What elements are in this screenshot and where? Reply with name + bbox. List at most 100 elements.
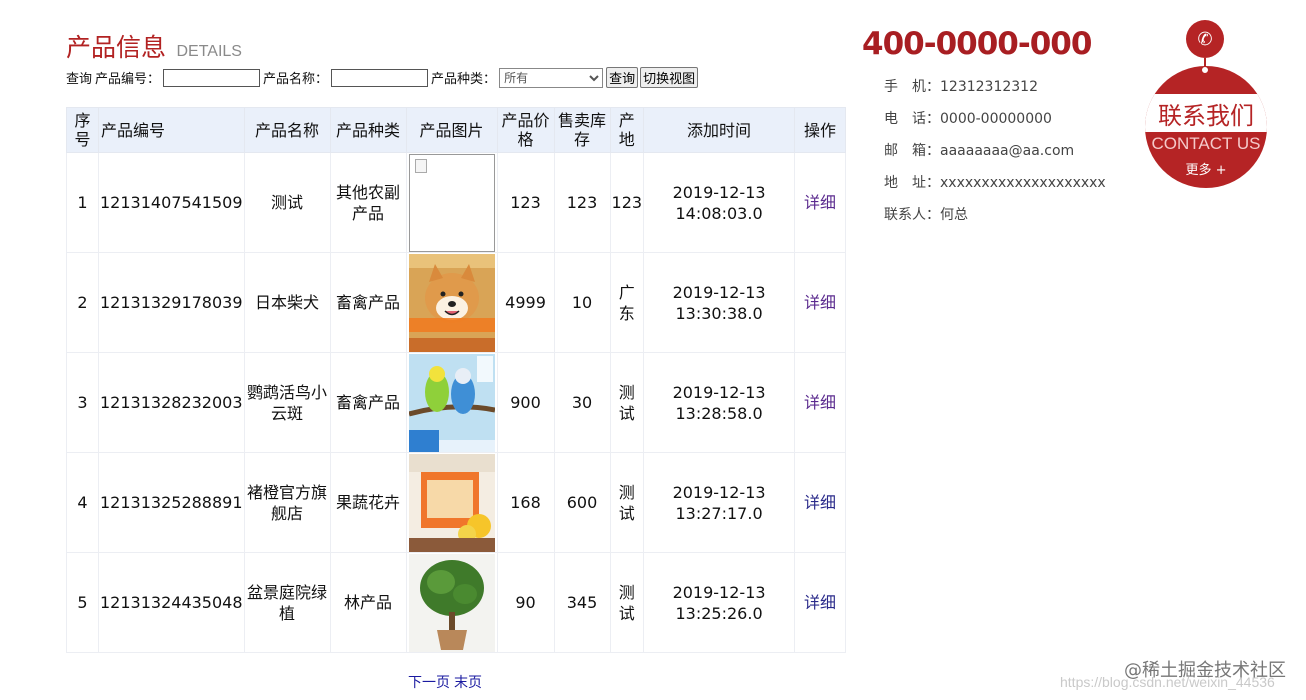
cell-time: 2019-12-13 13:28:58.0 — [643, 352, 796, 453]
detail-link[interactable]: 详细 — [804, 193, 836, 212]
cell-clock: 13:27:17.0 — [675, 503, 763, 523]
cell-origin: 123 — [609, 152, 645, 253]
cell-clock: 13:25:26.0 — [675, 603, 763, 623]
cell-category: 畜禽产品 — [329, 352, 407, 453]
cell-stock: 600 — [553, 452, 611, 553]
table-row: 3 12131328232003 鹦鹉活鸟小云斑 畜禽产品 900 30 测试 … — [66, 352, 847, 453]
cell-action: 详细 — [794, 152, 847, 253]
cell-name: 测试 — [243, 152, 331, 253]
cell-date: 2019-12-13 — [672, 182, 766, 202]
cell-origin: 测试 — [609, 452, 645, 553]
contact-person-row: 联系人：何总 — [884, 206, 1106, 238]
parrot-image — [408, 353, 495, 452]
query-label: 查询 — [66, 72, 93, 87]
cell-name: 褚橙官方旗舰店 — [243, 452, 331, 553]
search-bar: 查询 产品编号： 产品名称： 产品种类： 所有 查询 切换视图 — [66, 67, 700, 88]
cell-no: 1 — [66, 152, 99, 253]
col-header-image: 产品图片 — [405, 107, 498, 153]
watermark: @稀土掘金技术社区 — [1124, 660, 1286, 681]
category-label: 产品种类： — [431, 72, 497, 87]
hotline-number: 400-0000-000 — [862, 26, 1092, 62]
more-link[interactable]: 更多 + — [1145, 159, 1267, 178]
cell-price: 4999 — [496, 252, 555, 353]
address-value: xxxxxxxxxxxxxxxxxxxx — [940, 175, 1106, 191]
name-input[interactable] — [331, 68, 429, 87]
cell-clock: 14:08:03.0 — [675, 203, 763, 223]
cell-code: 12131407541509 — [98, 152, 245, 253]
contact-mobile-row: 手 机：12312312312 — [884, 78, 1106, 110]
mobile-label: 手 机： — [884, 79, 940, 95]
code-label: 产品编号： — [95, 72, 161, 87]
category-select[interactable]: 所有 — [499, 67, 604, 88]
col-header-price: 产品价格 — [496, 107, 555, 153]
cell-category: 林产品 — [329, 552, 407, 653]
table-row: 5 12131324435048 盆景庭院绿植 林产品 90 345 测试 20… — [66, 552, 847, 653]
cell-image — [405, 352, 498, 453]
table-header-row: 序号 产品编号 产品名称 产品种类 产品图片 产品价格 售卖库存 产地 添加时间… — [66, 107, 847, 153]
col-header-action: 操作 — [794, 107, 847, 153]
switch-view-button[interactable]: 切换视图 — [640, 67, 699, 88]
cell-code: 12131324435048 — [98, 552, 245, 653]
cell-action: 详细 — [794, 252, 847, 353]
cell-stock: 30 — [553, 352, 611, 453]
cell-stock: 345 — [553, 552, 611, 653]
cell-no: 3 — [66, 352, 99, 453]
col-header-time: 添加时间 — [643, 107, 796, 153]
cell-time: 2019-12-13 13:25:26.0 — [643, 552, 796, 653]
col-header-name: 产品名称 — [243, 107, 331, 153]
shiba-dog-image — [408, 253, 495, 352]
address-label: 地 址： — [884, 175, 940, 191]
page-title-text: 产品信息 — [66, 33, 167, 62]
broken-image-icon — [408, 153, 495, 252]
cell-stock: 123 — [553, 152, 611, 253]
col-header-no: 序号 — [66, 107, 99, 153]
badge-title-cn: 联系我们 — [1158, 102, 1254, 130]
table-row: 4 12131325288891 褚橙官方旗舰店 果蔬花卉 168 600 测试… — [66, 452, 847, 553]
cell-price: 168 — [496, 452, 555, 553]
cell-no: 2 — [66, 252, 99, 353]
table-row: 2 12131329178039 日本柴犬 畜禽产品 4999 10 广东 20… — [66, 252, 847, 353]
detail-link[interactable]: 详细 — [804, 593, 836, 612]
cell-time: 2019-12-13 13:30:38.0 — [643, 252, 796, 353]
table-row: 1 12131407541509 测试 其他农副产品 123 123 123 2… — [66, 152, 847, 253]
cell-price: 900 — [496, 352, 555, 453]
cell-date: 2019-12-13 — [672, 282, 766, 302]
cell-category: 果蔬花卉 — [329, 452, 407, 553]
last-page-link[interactable]: 末页 — [454, 675, 482, 691]
cell-action: 详细 — [794, 352, 847, 453]
pagination: 下一页 末页 — [408, 672, 486, 692]
col-header-origin: 产地 — [609, 107, 645, 153]
col-header-category: 产品种类 — [329, 107, 407, 153]
cell-no: 5 — [66, 552, 99, 653]
email-label: 邮 箱： — [884, 143, 940, 159]
detail-link[interactable]: 详细 — [804, 293, 836, 312]
next-page-link[interactable]: 下一页 — [408, 675, 450, 691]
cell-name: 鹦鹉活鸟小云斑 — [243, 352, 331, 453]
cell-price: 123 — [496, 152, 555, 253]
orange-box-image — [408, 453, 495, 552]
contact-email-row: 邮 箱：aaaaaaaa@aa.com — [884, 142, 1106, 174]
cell-origin: 测试 — [609, 352, 645, 453]
detail-link[interactable]: 详细 — [804, 493, 836, 512]
code-input[interactable] — [163, 68, 261, 87]
cell-clock: 13:30:38.0 — [675, 303, 763, 323]
query-button[interactable]: 查询 — [606, 67, 639, 88]
page-subtitle: DETAILS — [176, 43, 242, 60]
person-label: 联系人： — [884, 207, 940, 223]
tel-label: 电 话： — [884, 111, 940, 127]
contact-us-badge[interactable]: ✆ 联系我们 CONTACT US 更多 + — [1144, 20, 1268, 190]
badge-dot — [1201, 66, 1209, 74]
badge-circle: 联系我们 CONTACT US 更多 + — [1145, 66, 1267, 188]
cell-code: 12131325288891 — [98, 452, 245, 553]
page-title: 产品信息 DETAILS — [66, 28, 242, 64]
product-table: 序号 产品编号 产品名称 产品种类 产品图片 产品价格 售卖库存 产地 添加时间… — [66, 107, 847, 653]
contact-address-row: 地 址：xxxxxxxxxxxxxxxxxxxx — [884, 174, 1106, 206]
cell-no: 4 — [66, 452, 99, 553]
cell-date: 2019-12-13 — [672, 382, 766, 402]
person-value: 何总 — [940, 207, 968, 223]
detail-link[interactable]: 详细 — [804, 393, 836, 412]
cell-category: 畜禽产品 — [329, 252, 407, 353]
tel-value: 0000-00000000 — [940, 111, 1052, 127]
cell-origin: 广东 — [609, 252, 645, 353]
cell-name: 盆景庭院绿植 — [243, 552, 331, 653]
